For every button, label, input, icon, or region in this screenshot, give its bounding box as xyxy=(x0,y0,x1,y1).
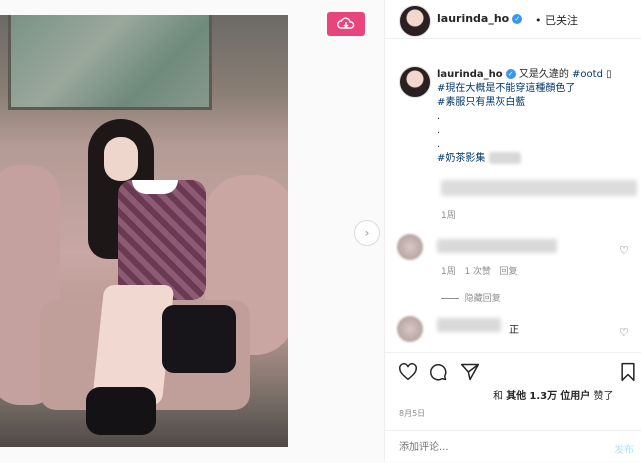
caption-line1: 又是久違的 xyxy=(518,69,569,80)
caption-time: 1周 xyxy=(441,211,456,221)
verified-icon: ✓ xyxy=(505,69,516,79)
likes-suffix: 赞了 xyxy=(593,391,614,402)
avatar[interactable] xyxy=(399,5,431,37)
chevron-right-icon: › xyxy=(364,226,370,240)
likes-users[interactable]: 位用户 xyxy=(560,391,590,402)
hide-replies-link[interactable]: 隐藏回复 xyxy=(465,294,501,304)
shoes xyxy=(86,387,156,435)
blurred-mention xyxy=(488,152,521,164)
commenter-avatar[interactable] xyxy=(397,234,423,260)
paper-plane-icon xyxy=(460,363,480,381)
commenter-avatar[interactable] xyxy=(397,316,423,342)
cloud-download-icon xyxy=(337,17,355,29)
follow-status[interactable]: • 已关注 xyxy=(535,12,578,28)
blurred-comment-text xyxy=(437,239,557,253)
post-date: 8月5日 xyxy=(399,409,426,418)
reply-link[interactable]: 回复 xyxy=(500,267,518,277)
post-panel: laurinda_ho ✓ • 已关注 laurinda_ho ✓ 又是久違的 #o… xyxy=(384,0,641,462)
next-photo-button[interactable]: › xyxy=(354,220,380,246)
likes-others[interactable]: 其他 xyxy=(506,391,526,402)
post-header: laurinda_ho ✓ • 已关注 xyxy=(385,0,641,39)
hashtag-ootd[interactable]: #ootd xyxy=(572,69,603,80)
likes-prefix: 和 xyxy=(493,391,503,402)
action-bar xyxy=(385,352,641,385)
caption-dot: . xyxy=(437,139,441,150)
comment-likes[interactable]: 1 次赞 xyxy=(464,267,491,277)
person-face xyxy=(104,137,138,181)
comment-input[interactable] xyxy=(397,441,601,454)
comment-icon xyxy=(430,364,447,381)
painting-frame xyxy=(8,15,212,110)
handbag xyxy=(162,305,236,373)
caption-dot: . xyxy=(437,111,441,122)
share-button[interactable] xyxy=(459,361,481,383)
blurred-text xyxy=(441,180,637,196)
caption-dot: . xyxy=(437,125,441,136)
download-button[interactable] xyxy=(327,12,365,36)
caption-username[interactable]: laurinda_ho xyxy=(437,69,503,80)
caption-text: laurinda_ho ✓ 又是久違的 #ootd ▯ #現在大概是不能穿這種顏色… xyxy=(437,69,612,164)
header-username[interactable]: laurinda_ho xyxy=(437,12,509,25)
post-button[interactable]: 发布 xyxy=(614,441,634,456)
person-dress xyxy=(118,180,206,300)
comment-time: 1周 xyxy=(441,267,456,277)
blurred-comment-text xyxy=(437,318,501,332)
comment-button[interactable] xyxy=(427,361,449,383)
comment-text: 正 xyxy=(509,325,519,336)
caption-avatar[interactable] xyxy=(399,66,431,98)
likes-count[interactable]: 1.3万 xyxy=(529,391,557,402)
bookmark-icon xyxy=(621,362,635,382)
divider-line xyxy=(441,298,459,299)
hashtag-line3[interactable]: #素服只有黑灰白藍 xyxy=(437,97,525,108)
hashtag-line4[interactable]: #奶茶影集 xyxy=(437,153,485,164)
hashtag-line2[interactable]: #現在大概是不能穿這種顏色了 xyxy=(437,83,575,94)
verified-icon: ✓ xyxy=(512,14,523,24)
heart-icon xyxy=(399,363,417,381)
likes-summary: 和 其他 1.3万 位用户 赞了 xyxy=(493,387,613,402)
heart-icon[interactable]: ♡ xyxy=(619,244,629,257)
post-photo[interactable] xyxy=(0,15,288,447)
save-button[interactable] xyxy=(617,361,639,383)
dress-collar xyxy=(132,180,178,194)
like-button[interactable] xyxy=(397,361,419,383)
comment-box: 发布 xyxy=(385,430,641,463)
heart-icon[interactable]: ♡ xyxy=(619,326,629,339)
